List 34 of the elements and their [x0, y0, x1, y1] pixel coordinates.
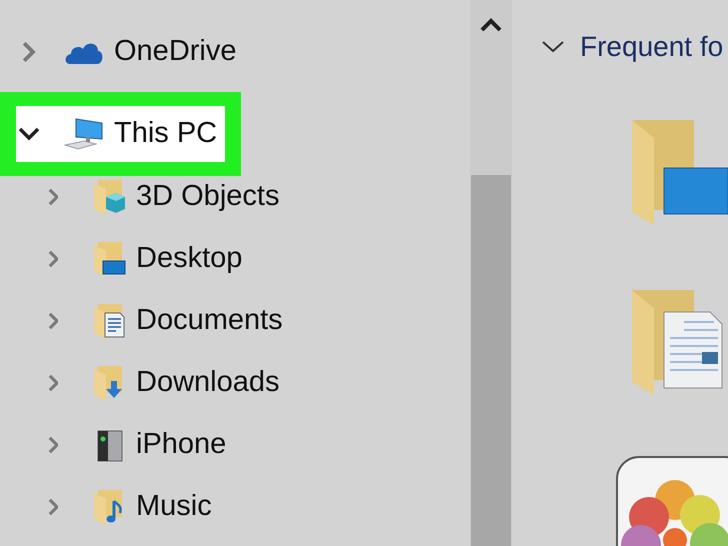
item-label: Music [136, 489, 212, 524]
section-header[interactable]: Frequent fo [580, 26, 724, 68]
tree-item[interactable]: Desktop [0, 228, 470, 290]
chevron-down-icon[interactable] [542, 41, 564, 53]
item-label: This PC [114, 116, 218, 152]
tree-item[interactable]: This PC [16, 106, 226, 162]
item-label: Documents [136, 303, 283, 338]
folder-icon [92, 303, 126, 339]
folder-icon [92, 179, 126, 215]
tree-item[interactable]: iPhone [0, 414, 470, 476]
chevron-right-icon[interactable] [48, 436, 58, 454]
chevron-right-icon[interactable] [22, 41, 36, 63]
chevron-down-icon[interactable] [18, 127, 40, 141]
chevron-right-icon[interactable] [48, 498, 58, 516]
folder-icon[interactable] [632, 120, 728, 225]
chevron-right-icon[interactable] [48, 250, 58, 268]
item-label: OneDrive [114, 34, 236, 70]
item-label: iPhone [136, 427, 226, 462]
chevron-right-icon[interactable] [48, 188, 58, 206]
tree-item[interactable]: Downloads [0, 352, 470, 414]
chevron-right-icon[interactable] [48, 374, 58, 392]
scrollbar[interactable] [470, 0, 512, 546]
chevron-right-icon[interactable] [48, 312, 58, 330]
tree-item[interactable]: Music [0, 476, 470, 538]
computer-icon [64, 117, 104, 151]
folder-icon [92, 241, 126, 277]
tree-item[interactable]: 3D Objects [0, 166, 470, 228]
tree-item[interactable]: OneDrive [0, 21, 470, 83]
item-label: Downloads [136, 365, 280, 400]
photos-app-icon[interactable] [615, 455, 728, 546]
tree-item[interactable]: Documents [0, 290, 470, 352]
item-label: 3D Objects [136, 179, 280, 214]
scrollbar-thumb[interactable] [471, 175, 511, 546]
item-label: Desktop [136, 241, 242, 276]
